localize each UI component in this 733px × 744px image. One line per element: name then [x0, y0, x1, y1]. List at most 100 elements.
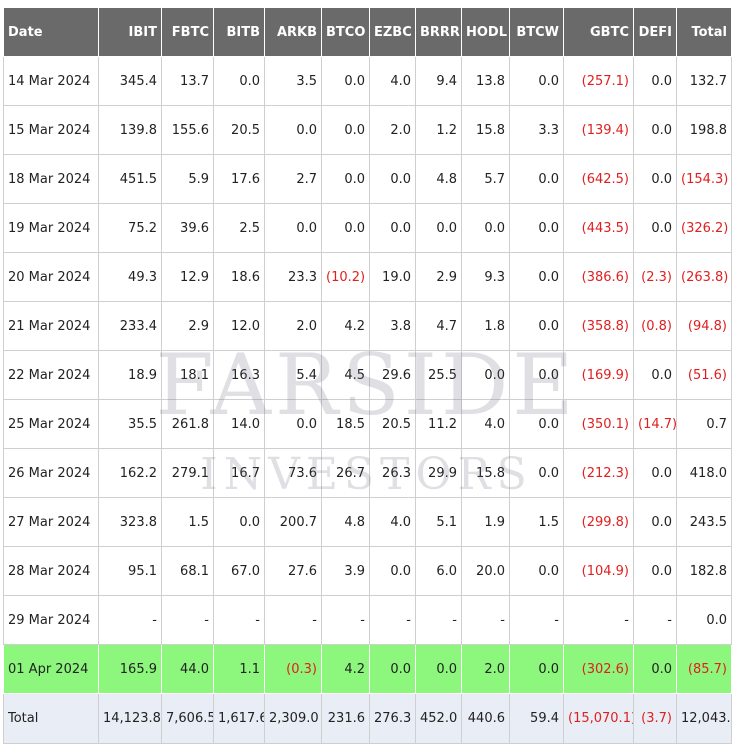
cell-defi: 0.0 — [633, 105, 677, 155]
cell-arkb: 2.7 — [264, 154, 322, 204]
table-row: 21 Mar 2024 233.4 2.9 12.0 2.0 4.2 3.8 4.7 1.8 0.… — [3, 301, 732, 351]
cell-gbtc: (443.5) — [563, 203, 634, 253]
table-row: 29 Mar 2024- - - - - - - - - - -0.0 — [3, 595, 732, 645]
total-row: Total 14,123.8 7,606.5 1,617.6 2,309.0 231.6 2… — [3, 693, 732, 744]
cell-ezbc: - — [369, 595, 416, 645]
row-label: Total — [3, 693, 99, 744]
cell-btco: 3.9 — [321, 546, 370, 596]
cell-brrr: 2.9 — [415, 252, 462, 302]
cell-btco: 0.0 — [321, 154, 370, 204]
cell-ibit: - — [98, 595, 162, 645]
table-row: 01 Apr 2024 165.9 44.0 1.1 (0.3) 4.2 0.0 0.0 2.0… — [3, 644, 732, 694]
cell-brrr: 9.4 — [415, 56, 462, 106]
cell-btcw: 0.0 — [509, 301, 564, 351]
cell-brrr: 5.1 — [415, 497, 462, 547]
row-label: 15 Mar 2024 — [3, 105, 99, 155]
cell-defi: 0.0 — [633, 203, 677, 253]
table-row: 19 Mar 2024 75.2 39.6 2.5 0.0 0.0 0.0 0.0 0.0 0.0… — [3, 203, 732, 253]
cell-ezbc: 26.3 — [369, 448, 416, 498]
row-label: 21 Mar 2024 — [3, 301, 99, 351]
cell-arkb: 2,309.0 — [264, 693, 322, 744]
cell-ezbc: 0.0 — [369, 203, 416, 253]
column-header-ezbc: EZBC — [369, 7, 416, 57]
cell-btcw: 0.0 — [509, 203, 564, 253]
cell-arkb: 0.0 — [264, 399, 322, 449]
table-row: 26 Mar 2024 162.2 279.1 16.7 73.6 26.7 26.3 29.… — [3, 448, 732, 498]
cell-bitb: 0.0 — [213, 56, 265, 106]
cell-ibit: 139.8 — [98, 105, 162, 155]
cell-ibit: 35.5 — [98, 399, 162, 449]
table-row: 20 Mar 2024 49.3 12.9 18.6 23.3 (10.2) 19.0 2.9… — [3, 252, 732, 302]
cell-btcw: 0.0 — [509, 252, 564, 302]
cell-ibit: 233.4 — [98, 301, 162, 351]
row-label: 20 Mar 2024 — [3, 252, 99, 302]
cell-total: (85.7) — [676, 644, 732, 694]
cell-btcw: 0.0 — [509, 399, 564, 449]
cell-hodl: 9.3 — [461, 252, 510, 302]
cell-ibit: 95.1 — [98, 546, 162, 596]
cell-arkb: 3.5 — [264, 56, 322, 106]
cell-total: 243.5 — [676, 497, 732, 547]
cell-brrr: 11.2 — [415, 399, 462, 449]
cell-ibit: 14,123.8 — [98, 693, 162, 744]
cell-btco: 4.2 — [321, 644, 370, 694]
cell-btcw: 0.0 — [509, 350, 564, 400]
cell-btco: 4.2 — [321, 301, 370, 351]
cell-bitb: 1.1 — [213, 644, 265, 694]
cell-ezbc: 2.0 — [369, 105, 416, 155]
table-row: 27 Mar 2024 323.8 1.5 0.0 200.7 4.8 4.0 5.1 1.9 1… — [3, 497, 732, 547]
cell-btco: 0.0 — [321, 56, 370, 106]
row-label: 27 Mar 2024 — [3, 497, 99, 547]
cell-btco: 4.5 — [321, 350, 370, 400]
cell-total: (154.3) — [676, 154, 732, 204]
cell-defi: (3.7) — [633, 693, 677, 744]
cell-btco: 0.0 — [321, 105, 370, 155]
cell-bitb: 16.3 — [213, 350, 265, 400]
cell-total: 0.0 — [676, 595, 732, 645]
cell-total: 12,043.0 — [676, 693, 732, 744]
cell-ibit: 323.8 — [98, 497, 162, 547]
cell-gbtc: - — [563, 595, 634, 645]
cell-fbtc: 261.8 — [161, 399, 214, 449]
cell-hodl: 440.6 — [461, 693, 510, 744]
cell-gbtc: (212.3) — [563, 448, 634, 498]
cell-gbtc: (386.6) — [563, 252, 634, 302]
cell-defi: (14.7) — [633, 399, 677, 449]
cell-hodl: 0.0 — [461, 350, 510, 400]
column-header-brrr: BRRR — [415, 7, 462, 57]
table-body: 14 Mar 2024 345.4 13.7 0.0 3.5 0.0 4.0 9.4 13.8 0… — [3, 56, 732, 744]
column-header-total: Total — [676, 7, 732, 57]
cell-brrr: 4.8 — [415, 154, 462, 204]
column-header-gbtc: GBTC — [563, 7, 634, 57]
column-header-btcw: BTCW — [509, 7, 564, 57]
cell-ezbc: 0.0 — [369, 644, 416, 694]
cell-fbtc: 1.5 — [161, 497, 214, 547]
table-row: 15 Mar 2024 139.8 155.6 20.5 0.0 0.0 2.0 1.2 15.… — [3, 105, 732, 155]
cell-bitb: 20.5 — [213, 105, 265, 155]
cell-hodl: 15.8 — [461, 448, 510, 498]
header-row: Date IBIT FBTC BITB ARKB BTCO EZBC BRRR HODL BTCW… — [3, 7, 732, 57]
cell-fbtc: - — [161, 595, 214, 645]
cell-fbtc: 12.9 — [161, 252, 214, 302]
table-row: 18 Mar 2024 451.5 5.9 17.6 2.7 0.0 0.0 4.8 5.7 0.… — [3, 154, 732, 204]
cell-fbtc: 44.0 — [161, 644, 214, 694]
cell-bitb: 1,617.6 — [213, 693, 265, 744]
cell-ezbc: 276.3 — [369, 693, 416, 744]
cell-btcw: 1.5 — [509, 497, 564, 547]
cell-fbtc: 279.1 — [161, 448, 214, 498]
cell-brrr: 6.0 — [415, 546, 462, 596]
cell-btco: - — [321, 595, 370, 645]
cell-ibit: 75.2 — [98, 203, 162, 253]
cell-hodl: 20.0 — [461, 546, 510, 596]
cell-ezbc: 29.6 — [369, 350, 416, 400]
cell-btcw: 59.4 — [509, 693, 564, 744]
row-label: 01 Apr 2024 — [3, 644, 99, 694]
cell-hodl: 1.9 — [461, 497, 510, 547]
column-header-bitb: BITB — [213, 7, 265, 57]
cell-bitb: 16.7 — [213, 448, 265, 498]
cell-defi: 0.0 — [633, 644, 677, 694]
cell-fbtc: 155.6 — [161, 105, 214, 155]
cell-fbtc: 2.9 — [161, 301, 214, 351]
cell-arkb: 2.0 — [264, 301, 322, 351]
cell-ibit: 162.2 — [98, 448, 162, 498]
